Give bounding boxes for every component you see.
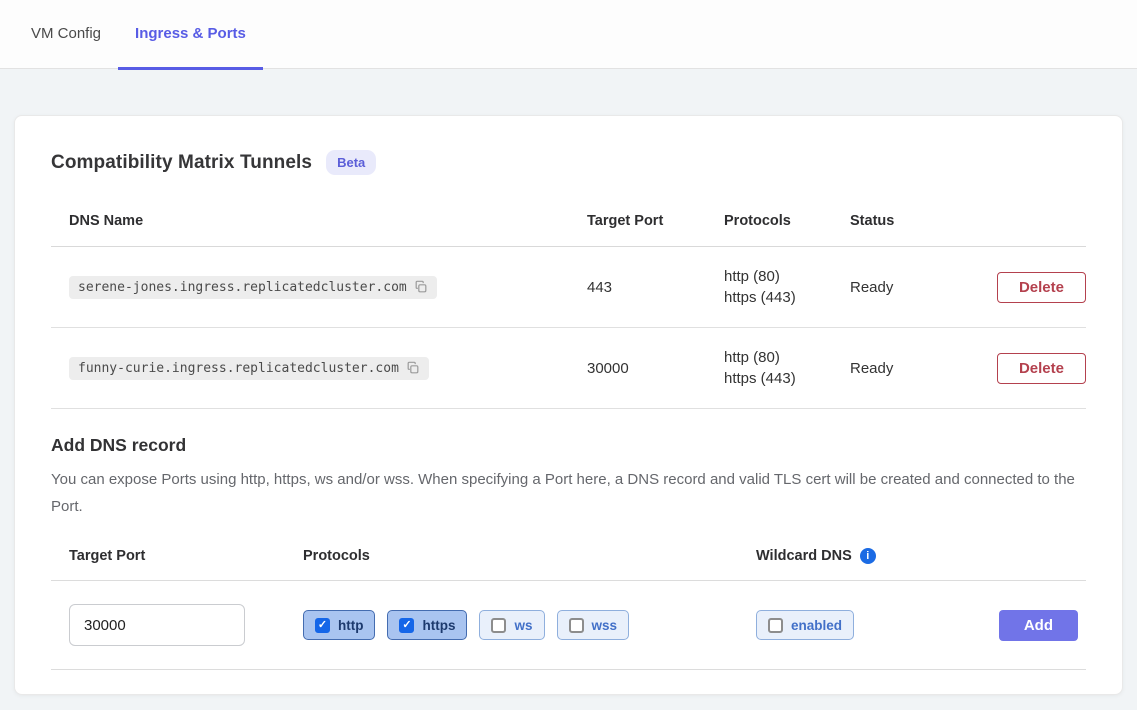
table-row: funny-curie.ingress.replicatedcluster.co… [51, 328, 1086, 409]
protocol-checkbox-ws[interactable]: ws [479, 610, 544, 640]
table-row: serene-jones.ingress.replicatedcluster.c… [51, 247, 1086, 328]
status-badge: Ready [850, 328, 990, 409]
target-port-input[interactable] [69, 604, 245, 646]
chip-label: ws [514, 618, 532, 633]
target-port-cell: 443 [587, 247, 724, 328]
protocol-line: http (80) [724, 266, 850, 287]
delete-button[interactable]: Delete [997, 272, 1086, 303]
tab-bar: VM Config Ingress & Ports [0, 0, 1137, 69]
wildcard-enabled-checkbox[interactable]: enabled [756, 610, 854, 640]
col-header-status: Status [850, 199, 990, 247]
tab-ingress-ports[interactable]: Ingress & Ports [118, 0, 263, 70]
chip-label: wss [592, 618, 618, 633]
wildcard-dns-label-text: Wildcard DNS [756, 548, 852, 564]
add-button[interactable]: Add [999, 610, 1078, 641]
dns-name-chip: serene-jones.ingress.replicatedcluster.c… [69, 276, 437, 299]
protocols-cell: http (80) https (443) [724, 247, 850, 328]
checkbox-icon [315, 618, 330, 633]
page-title: Compatibility Matrix Tunnels [51, 152, 312, 174]
target-port-cell: 30000 [587, 328, 724, 409]
chip-label: http [338, 618, 363, 633]
dns-name-text: serene-jones.ingress.replicatedcluster.c… [78, 280, 407, 295]
col-header-dns-name: DNS Name [51, 199, 587, 247]
col-header-protocols: Protocols [724, 199, 850, 247]
protocol-line: https (443) [724, 368, 850, 389]
checkbox-icon [768, 618, 783, 633]
form-label-wildcard-dns: Wildcard DNS [756, 548, 1086, 564]
tab-vm-config[interactable]: VM Config [14, 0, 118, 70]
copy-icon[interactable] [406, 361, 420, 375]
form-label-target-port: Target Port [51, 548, 303, 564]
protocol-chips: http https ws wss [303, 610, 756, 640]
dns-name-chip: funny-curie.ingress.replicatedcluster.co… [69, 357, 429, 380]
card-title-row: Compatibility Matrix Tunnels Beta [51, 116, 1086, 175]
checkbox-icon [399, 618, 414, 633]
protocol-checkbox-wss[interactable]: wss [557, 610, 630, 640]
checkbox-icon [569, 618, 584, 633]
form-label-protocols: Protocols [303, 548, 756, 564]
protocol-line: http (80) [724, 347, 850, 368]
dns-name-text: funny-curie.ingress.replicatedcluster.co… [78, 361, 399, 376]
checkbox-icon [491, 618, 506, 633]
beta-badge: Beta [326, 150, 376, 175]
main-area: Compatibility Matrix Tunnels Beta DNS Na… [0, 69, 1137, 710]
chip-label: enabled [791, 618, 842, 633]
tunnels-table: DNS Name Target Port Protocols Status se… [51, 199, 1086, 409]
col-header-actions [990, 199, 1086, 247]
protocol-line: https (443) [724, 287, 850, 308]
form-labels-row: Target Port Protocols Wildcard DNS [51, 548, 1086, 581]
table-header-row: DNS Name Target Port Protocols Status [51, 199, 1086, 247]
protocol-checkbox-https[interactable]: https [387, 610, 467, 640]
chip-label: https [422, 618, 455, 633]
add-dns-form-row: http https ws wss enabled [51, 581, 1086, 670]
status-badge: Ready [850, 247, 990, 328]
protocol-checkbox-http[interactable]: http [303, 610, 375, 640]
copy-icon[interactable] [414, 280, 428, 294]
tunnels-card: Compatibility Matrix Tunnels Beta DNS Na… [14, 115, 1123, 695]
info-icon[interactable] [860, 548, 876, 564]
add-dns-record-description: You can expose Ports using http, https, … [51, 466, 1086, 520]
add-dns-record-title: Add DNS record [51, 435, 1086, 456]
delete-button[interactable]: Delete [997, 353, 1086, 384]
protocols-cell: http (80) https (443) [724, 328, 850, 409]
col-header-target-port: Target Port [587, 199, 724, 247]
